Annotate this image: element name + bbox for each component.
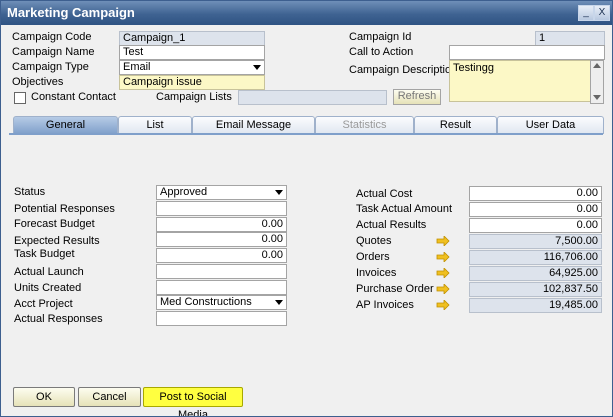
objectives-label: Objectives	[12, 76, 64, 88]
expected-results-label: Expected Results	[14, 235, 100, 247]
campaign-type-value: Email	[123, 61, 151, 73]
link-arrow-icon[interactable]	[436, 236, 450, 246]
call-to-action-field[interactable]	[449, 45, 605, 60]
quotes-label: Quotes	[356, 235, 392, 247]
minimize-button[interactable]: _	[578, 5, 594, 21]
status-dropdown[interactable]: Approved	[156, 185, 287, 200]
tab-general[interactable]: General	[13, 116, 118, 134]
description-scrollbar[interactable]	[590, 60, 604, 104]
task-budget-field[interactable]: 0.00	[156, 248, 287, 263]
constant-contact-label: Constant Contact	[31, 91, 116, 103]
tab-list[interactable]: List	[118, 116, 192, 134]
actual-results-field[interactable]: 0.00	[469, 218, 602, 233]
invoices-label: Invoices	[356, 267, 397, 279]
scroll-down-icon[interactable]	[593, 95, 601, 100]
link-arrow-icon[interactable]	[436, 300, 450, 310]
campaign-name-field[interactable]: Test	[119, 45, 265, 60]
ap-invoices-field[interactable]: 19,485.00	[469, 298, 602, 313]
tab-statistics[interactable]: Statistics	[315, 116, 414, 134]
task-budget-label: Task Budget	[14, 248, 75, 260]
link-arrow-icon[interactable]	[436, 252, 450, 262]
invoices-field[interactable]: 64,925.00	[469, 266, 602, 281]
link-arrow-icon[interactable]	[436, 284, 450, 294]
acct-project-label: Acct Project	[14, 298, 73, 310]
actual-responses-label: Actual Responses	[14, 313, 103, 325]
acct-project-value: Med Constructions	[160, 296, 252, 308]
orders-field[interactable]: 116,706.00	[469, 250, 602, 265]
cancel-button[interactable]: Cancel	[78, 387, 141, 407]
campaign-description-label: Campaign Description	[349, 64, 458, 76]
campaign-description-field[interactable]: Testingg	[449, 60, 591, 102]
campaign-id-field[interactable]: 1	[535, 31, 605, 46]
scroll-up-icon[interactable]	[593, 63, 601, 68]
tab-result[interactable]: Result	[414, 116, 497, 134]
actual-cost-field[interactable]: 0.00	[469, 186, 602, 201]
title-bar: Marketing Campaign _ X	[1, 1, 612, 25]
units-created-field[interactable]	[156, 280, 287, 295]
ap-invoices-label: AP Invoices	[356, 299, 414, 311]
campaign-type-dropdown[interactable]: Email	[119, 60, 265, 75]
chevron-down-icon	[275, 190, 283, 195]
campaign-lists-label: Campaign Lists	[156, 91, 232, 103]
campaign-type-label: Campaign Type	[12, 61, 89, 73]
potential-responses-field[interactable]	[156, 201, 287, 216]
status-label: Status	[14, 186, 46, 198]
campaign-name-label: Campaign Name	[12, 46, 95, 58]
campaign-id-label: Campaign Id	[349, 31, 412, 43]
close-button[interactable]: X	[594, 5, 610, 21]
link-arrow-icon[interactable]	[436, 268, 450, 278]
campaign-code-label: Campaign Code	[12, 31, 92, 43]
tab-email-message[interactable]: Email Message	[192, 116, 315, 134]
units-created-label: Units Created	[14, 282, 82, 294]
purchase-order-field[interactable]: 102,837.50	[469, 282, 602, 297]
marketing-campaign-window: Marketing Campaign _ X Campaign Code Cam…	[0, 0, 613, 417]
purchase-order-label: Purchase Order	[356, 283, 434, 295]
window-title: Marketing Campaign	[7, 5, 135, 20]
call-to-action-label: Call to Action	[349, 46, 414, 58]
refresh-button[interactable]: Refresh	[393, 89, 441, 105]
ok-button[interactable]: OK	[13, 387, 75, 407]
quotes-field[interactable]: 7,500.00	[469, 234, 602, 249]
tab-user-data[interactable]: User Data	[497, 116, 604, 134]
campaign-lists-field[interactable]	[238, 90, 387, 105]
expected-results-field[interactable]: 0.00	[156, 232, 287, 247]
forecast-budget-field[interactable]: 0.00	[156, 217, 287, 232]
chevron-down-icon	[253, 65, 261, 70]
objectives-field[interactable]: Campaign issue	[119, 75, 265, 90]
tab-underline	[9, 133, 603, 135]
actual-cost-label: Actual Cost	[356, 188, 413, 200]
chevron-down-icon	[275, 300, 283, 305]
forecast-budget-label: Forecast Budget	[14, 218, 95, 230]
actual-launch-field[interactable]	[156, 264, 287, 279]
orders-label: Orders	[356, 251, 390, 263]
post-to-social-media-button[interactable]: Post to Social Media	[143, 387, 243, 416]
actual-launch-label: Actual Launch	[14, 266, 84, 278]
task-actual-amount-field[interactable]: 0.00	[469, 202, 602, 217]
actual-results-label: Actual Results	[356, 219, 427, 231]
potential-responses-label: Potential Responses	[14, 203, 115, 215]
task-actual-amount-label: Task Actual Amount	[356, 203, 452, 215]
status-value: Approved	[160, 186, 208, 198]
constant-contact-checkbox[interactable]	[14, 92, 26, 104]
actual-responses-field[interactable]	[156, 311, 287, 326]
campaign-code-field[interactable]: Campaign_1	[119, 31, 265, 46]
acct-project-dropdown[interactable]: Med Constructions	[156, 295, 287, 310]
